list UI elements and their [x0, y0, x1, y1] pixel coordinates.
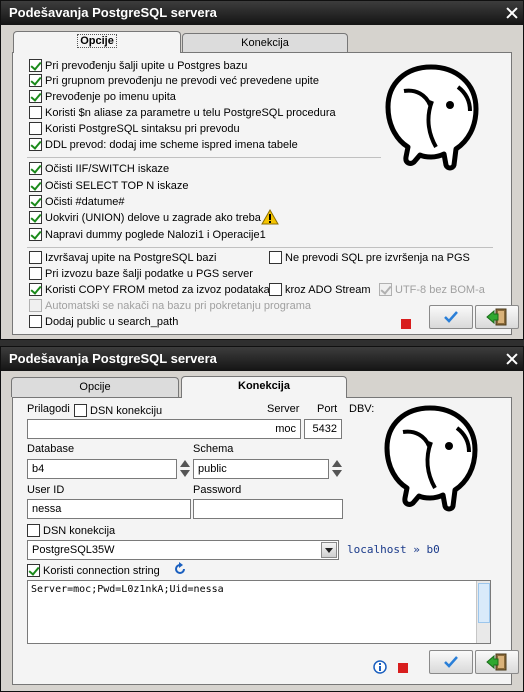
- connection-string-input[interactable]: Server=moc;Pwd=L0z1nkA;Uid=nessa: [31, 584, 224, 595]
- option-ado-stream[interactable]: kroz ADO Stream: [269, 282, 371, 297]
- database-label: Database: [27, 443, 75, 455]
- prilagodi-label: Prilagodi: [27, 403, 70, 415]
- dsn-connection-toggle[interactable]: DSN konekciju: [74, 403, 162, 418]
- option-copy-from[interactable]: Koristi COPY FROM metod za izvoz podatak…: [29, 282, 270, 297]
- server-label: Server: [267, 403, 300, 415]
- connection-window: Podešavanja PostgreSQL servera Opcije Ko…: [0, 346, 524, 692]
- option-utf8-no-bom[interactable]: UTF-8 bez BOM-a: [379, 282, 485, 297]
- checkbox[interactable]: [29, 179, 42, 192]
- checkbox[interactable]: [29, 59, 42, 72]
- elephant-logo: [384, 405, 478, 512]
- stop-icon[interactable]: [398, 663, 408, 673]
- options-window: Podešavanja PostgreSQL servera Opcije Ko…: [0, 0, 524, 340]
- option-clean-top[interactable]: Očisti SELECT TOP N iskaze: [29, 178, 188, 193]
- close-icon[interactable]: [506, 353, 518, 365]
- checkbox[interactable]: [29, 106, 42, 119]
- password-input[interactable]: [193, 499, 343, 519]
- window-title-bar[interactable]: Podešavanja PostgreSQL servera: [1, 347, 523, 371]
- checkbox[interactable]: [29, 315, 42, 328]
- option-export-to-pgs[interactable]: Pri izvozu baze šalji podatke u PGS serv…: [29, 266, 253, 281]
- checkbox[interactable]: [269, 283, 282, 296]
- checkbox[interactable]: [29, 267, 42, 280]
- warning-icon: [261, 209, 279, 225]
- checkbox[interactable]: [74, 404, 87, 417]
- dsn-select[interactable]: PostgreSQL35W: [27, 540, 339, 560]
- checkbox[interactable]: [29, 74, 42, 87]
- use-connection-string[interactable]: Koristi connection string: [27, 563, 160, 578]
- database-spinner[interactable]: [179, 459, 190, 479]
- chevron-down-icon[interactable]: [321, 542, 337, 558]
- checkbox[interactable]: [29, 162, 42, 175]
- userid-input[interactable]: nessa: [27, 499, 191, 519]
- checkbox[interactable]: [29, 228, 42, 241]
- exit-button[interactable]: [475, 650, 519, 674]
- options-panel: Pri prevođenju šalji upite u Postgres ba…: [12, 52, 519, 335]
- checkbox[interactable]: [29, 138, 42, 151]
- option-public-search-path[interactable]: Dodaj public u search_path: [29, 314, 178, 329]
- checkbox[interactable]: [29, 90, 42, 103]
- tab-opcije[interactable]: Opcije: [11, 377, 179, 397]
- window-title: Podešavanja PostgreSQL servera: [9, 351, 217, 366]
- info-icon[interactable]: [373, 660, 387, 674]
- userid-label: User ID: [27, 484, 65, 496]
- ok-button[interactable]: [429, 650, 473, 674]
- dsn-info: localhost » b0: [347, 543, 440, 556]
- separator: [27, 247, 493, 248]
- option-union-parens[interactable]: Uokviri (UNION) delove u zagrade ako tre…: [29, 210, 261, 225]
- refresh-icon[interactable]: [173, 562, 187, 576]
- checkbox[interactable]: [29, 195, 42, 208]
- ok-icon: [444, 656, 458, 668]
- ok-button[interactable]: [429, 305, 473, 329]
- tab-konekcija[interactable]: Konekcija: [181, 376, 347, 398]
- option-dummy-views[interactable]: Napravi dummy poglede Nalozi1 i Operacij…: [29, 227, 266, 242]
- option-auto-connect[interactable]: Automatski se nakači na bazu pri pokreta…: [29, 298, 311, 313]
- checkbox[interactable]: [379, 283, 392, 296]
- port-label: Port: [317, 403, 338, 415]
- checkbox[interactable]: [27, 564, 40, 577]
- schema-input[interactable]: public: [193, 459, 329, 479]
- checkbox[interactable]: [269, 251, 282, 264]
- password-label: Password: [193, 484, 242, 496]
- ok-icon: [444, 311, 458, 323]
- scrollbar-thumb[interactable]: [478, 583, 490, 623]
- tab-konekcija[interactable]: Konekcija: [182, 33, 348, 53]
- schema-label: Schema: [193, 443, 234, 455]
- checkbox[interactable]: [29, 283, 42, 296]
- dsn-konekcija-checkbox[interactable]: DSN konekcija: [27, 523, 115, 538]
- scrollbar[interactable]: [476, 581, 490, 643]
- option-execute-on-pg[interactable]: Izvršavaj upite na PostgreSQL bazi: [29, 250, 216, 265]
- checkbox[interactable]: [29, 251, 42, 264]
- option-pg-syntax[interactable]: Koristi PostgreSQL sintaksu pri prevodu: [29, 121, 240, 136]
- option-clean-dates[interactable]: Očisti #datume#: [29, 194, 124, 209]
- checkbox[interactable]: [29, 211, 42, 224]
- port-input[interactable]: 5432: [304, 419, 342, 439]
- separator: [27, 157, 381, 158]
- exit-icon: [486, 308, 507, 326]
- checkbox[interactable]: [27, 524, 40, 537]
- option-no-translate[interactable]: Ne prevodi SQL pre izvršenja na PGS: [269, 250, 470, 265]
- option-skip-translated[interactable]: Pri grupnom prevođenju ne prevodi već pr…: [29, 73, 319, 88]
- database-input[interactable]: b4: [27, 459, 177, 479]
- option-send-queries[interactable]: Pri prevođenju šalji upite u Postgres ba…: [29, 58, 247, 73]
- option-n-aliases[interactable]: Koristi $n aliase za parametre u telu Po…: [29, 105, 336, 120]
- close-icon[interactable]: [506, 7, 518, 19]
- option-ddl-schema[interactable]: DDL prevod: dodaj ime scheme ispred imen…: [29, 137, 298, 152]
- server-input[interactable]: moc: [27, 419, 301, 439]
- dbv-label: DBV:: [349, 403, 375, 415]
- exit-icon: [486, 653, 507, 671]
- window-title-bar[interactable]: Podešavanja PostgreSQL servera: [1, 1, 523, 25]
- exit-button[interactable]: [475, 305, 519, 329]
- option-translate-by-name[interactable]: Prevođenje po imenu upita: [29, 89, 176, 104]
- connection-panel: Prilagodi DSN konekciju Server Port DBV:…: [12, 397, 519, 685]
- elephant-logo: [385, 64, 479, 171]
- schema-spinner[interactable]: [331, 459, 342, 479]
- window-title: Podešavanja PostgreSQL servera: [9, 5, 217, 20]
- option-clean-iif[interactable]: Očisti IIF/SWITCH iskaze: [29, 161, 169, 176]
- connection-string-box: Server=moc;Pwd=L0z1nkA;Uid=nessa: [27, 580, 491, 644]
- checkbox[interactable]: [29, 122, 42, 135]
- stop-icon[interactable]: [401, 319, 411, 329]
- checkbox[interactable]: [29, 299, 42, 312]
- tab-opcije[interactable]: Opcije: [13, 31, 181, 53]
